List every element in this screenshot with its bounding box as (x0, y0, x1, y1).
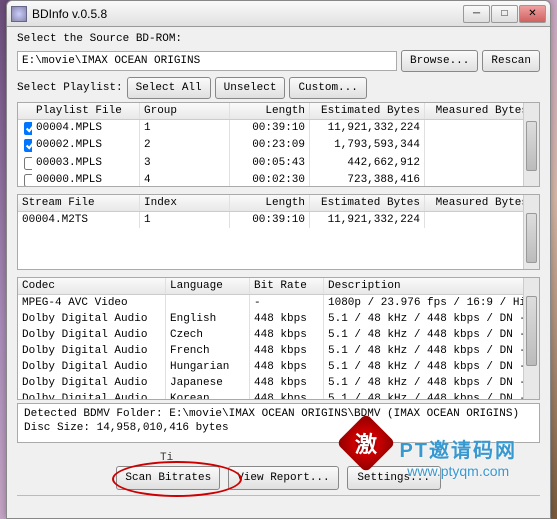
col-playlist-file[interactable]: Playlist File (32, 103, 140, 119)
app-icon (11, 6, 27, 22)
stream-listbox[interactable]: Stream File Index Length Estimated Bytes… (17, 194, 540, 270)
col-description[interactable]: Description (324, 278, 539, 294)
col-stream-file[interactable]: Stream File (18, 195, 140, 211)
status-bar (17, 495, 540, 512)
source-label: Select the Source BD-ROM: (17, 33, 540, 45)
playlist-checkbox[interactable] (24, 174, 32, 187)
settings-button[interactable]: Settings... (347, 466, 441, 490)
close-button[interactable]: ✕ (519, 5, 546, 23)
time-remaining-partial: Ti (160, 452, 173, 464)
detected-info-box: Detected BDMV Folder: E:\movie\IMAX OCEA… (17, 403, 540, 443)
titlebar[interactable]: BDInfo v.0.5.8 ─ □ ✕ (7, 1, 550, 27)
scan-bitrates-button[interactable]: Scan Bitrates (116, 466, 220, 490)
disc-size: Disc Size: 14,958,010,416 bytes (24, 421, 533, 436)
table-row[interactable]: 00004.M2TS100:39:1011,921,332,224- (18, 212, 539, 228)
codec-listbox[interactable]: Codec Language Bit Rate Description MPEG… (17, 277, 540, 400)
browse-button[interactable]: Browse... (401, 50, 478, 72)
window-title: BDInfo v.0.5.8 (32, 7, 462, 21)
table-row[interactable]: Dolby Digital AudioKorean448 kbps5.1 / 4… (18, 391, 539, 400)
detected-folder: Detected BDMV Folder: E:\movie\IMAX OCEA… (24, 407, 533, 422)
app-window: BDInfo v.0.5.8 ─ □ ✕ Select the Source B… (6, 0, 551, 519)
table-row[interactable]: Dolby Digital AudioFrench448 kbps5.1 / 4… (18, 343, 539, 359)
table-row[interactable]: Dolby Digital AudioEnglish448 kbps5.1 / … (18, 311, 539, 327)
playlist-checkbox[interactable] (24, 122, 32, 135)
table-row[interactable]: 00003.MPLS300:05:43442,662,912- (18, 155, 539, 172)
table-row[interactable]: 00004.MPLS100:39:1011,921,332,224- (18, 120, 539, 137)
col-language[interactable]: Language (166, 278, 250, 294)
playlist-checkbox[interactable] (24, 139, 32, 152)
col-est2[interactable]: Estimated Bytes (310, 195, 425, 211)
table-row[interactable]: 00000.MPLS400:02:30723,388,416 (18, 172, 539, 187)
col-meas2[interactable]: Measured Bytes (425, 195, 539, 211)
col-codec[interactable]: Codec (18, 278, 166, 294)
rescan-button[interactable]: Rescan (482, 50, 540, 72)
col-group[interactable]: Group (140, 103, 230, 119)
col-length[interactable]: Length (230, 103, 310, 119)
table-row[interactable]: MPEG-4 AVC Video-1080p / 23.976 fps / 16… (18, 295, 539, 311)
playlist-checkbox[interactable] (24, 157, 32, 170)
table-row[interactable]: Dolby Digital AudioCzech448 kbps5.1 / 48… (18, 327, 539, 343)
maximize-button[interactable]: □ (491, 5, 518, 23)
playlist-select-label: Select Playlist: (17, 82, 123, 94)
minimize-button[interactable]: ─ (463, 5, 490, 23)
table-row[interactable]: Dolby Digital AudioJapanese448 kbps5.1 /… (18, 375, 539, 391)
codec-scrollbar[interactable] (523, 278, 539, 399)
col-est-bytes[interactable]: Estimated Bytes (310, 103, 425, 119)
custom-button[interactable]: Custom... (289, 77, 366, 99)
stream-scrollbar[interactable] (523, 195, 539, 269)
playlist-listbox[interactable]: Playlist File Group Length Estimated Byt… (17, 102, 540, 187)
view-report-button[interactable]: View Report... (228, 466, 338, 490)
col-meas-bytes[interactable]: Measured Bytes (425, 103, 539, 119)
unselect-button[interactable]: Unselect (215, 77, 286, 99)
source-path-input[interactable] (17, 51, 397, 71)
col-index[interactable]: Index (140, 195, 230, 211)
table-row[interactable]: Dolby Digital AudioHungarian448 kbps5.1 … (18, 359, 539, 375)
col-length2[interactable]: Length (230, 195, 310, 211)
table-row[interactable]: 00002.MPLS200:23:091,793,593,344- (18, 137, 539, 154)
select-all-button[interactable]: Select All (127, 77, 211, 99)
col-bitrate[interactable]: Bit Rate (250, 278, 324, 294)
playlist-scrollbar[interactable] (523, 103, 539, 186)
